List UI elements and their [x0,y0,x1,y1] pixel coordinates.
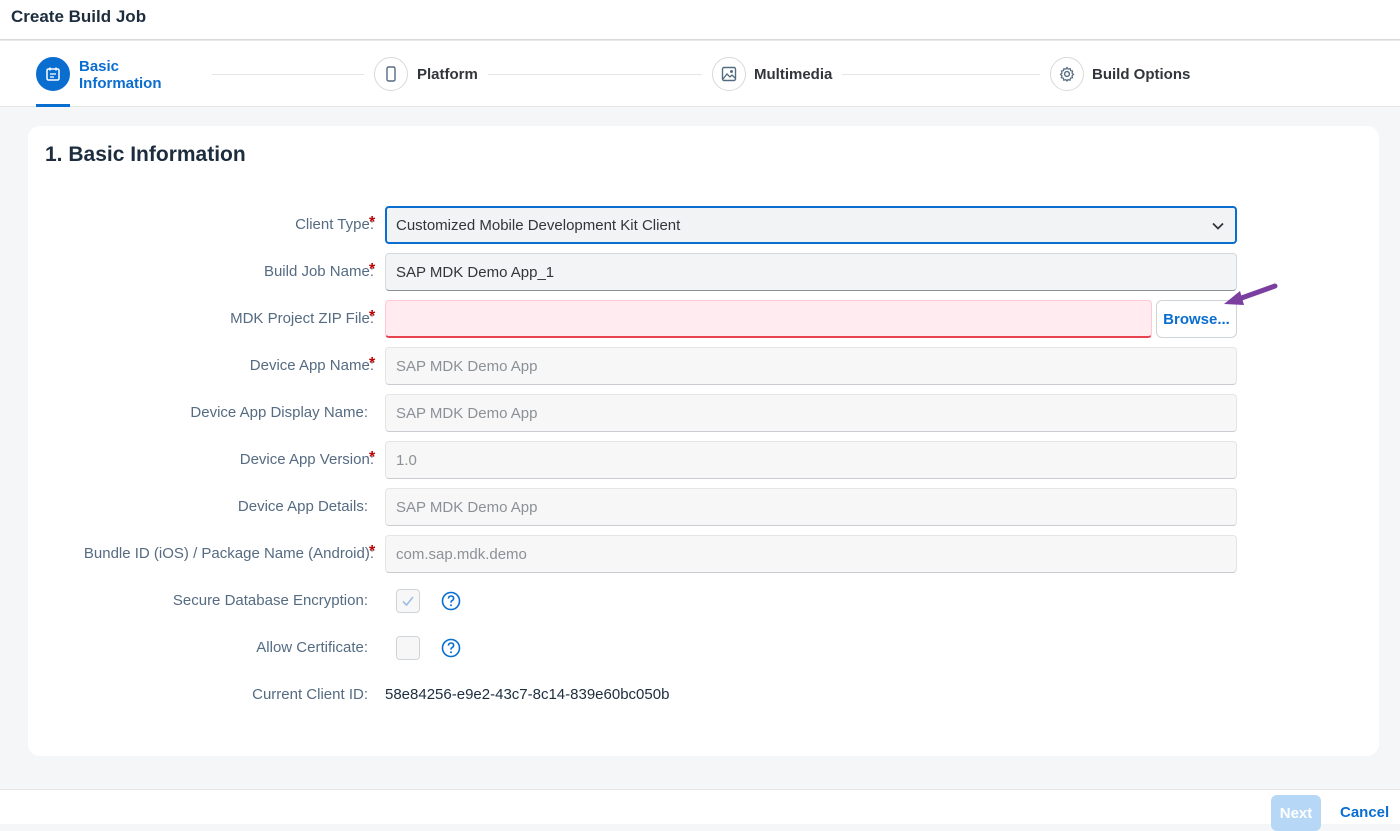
step-label-line2: Information [79,75,162,92]
device-app-display-name-row: Device App Display Name: SAP MDK Demo Ap… [28,394,1379,432]
device-app-details-input[interactable]: SAP MDK Demo App [385,488,1237,526]
mdk-zip-row: MDK Project ZIP File: * Browse... [28,300,1379,338]
client-type-row: Client Type: * Customized Mobile Develop… [28,206,1379,244]
device-app-display-name-input[interactable]: SAP MDK Demo App [385,394,1237,432]
section-title: 1. Basic Information [45,143,246,166]
client-id-label: Current Client ID: [252,686,368,703]
wizard-progress: Basic Information Platform Multimedia Bu… [0,41,1400,107]
build-job-name-row: Build Job Name: * SAP MDK Demo App_1 [28,253,1379,291]
device-app-version-label: Device App Version: [239,451,374,468]
required-marker: * [369,308,376,325]
secure-db-label: Secure Database Encryption: [172,592,368,609]
build-job-name-input[interactable]: SAP MDK Demo App_1 [385,253,1237,291]
bundle-id-row: Bundle ID (iOS) / Package Name (Android)… [28,535,1379,573]
chevron-down-icon[interactable] [1211,219,1225,237]
wizard-step-build-options[interactable]: Build Options [1050,41,1210,107]
step-connector [488,74,702,75]
footer-toolbar: Next Cancel [0,789,1400,831]
page-title: Create Build Job [11,7,147,26]
client-type-label: Client Type: [295,216,374,233]
required-marker: * [369,449,376,466]
cancel-button[interactable]: Cancel [1340,804,1389,821]
required-marker: * [369,214,376,231]
secure-db-row: Secure Database Encryption: [28,582,1379,620]
device-app-name-label: Device App Name: [249,357,374,374]
mdk-zip-label: MDK Project ZIP File: [230,310,374,327]
active-step-indicator [36,104,70,107]
required-marker: * [369,543,376,560]
wizard-step-multimedia[interactable]: Multimedia [712,41,852,107]
device-app-version-row: Device App Version: * 1.0 [28,441,1379,479]
phone-icon [374,57,408,91]
required-marker: * [369,355,376,372]
step-connector [212,74,364,75]
title-bar: Create Build Job [0,0,1400,40]
bundle-id-input[interactable]: com.sap.mdk.demo [385,535,1237,573]
device-app-display-name-label: Device App Display Name: [190,404,368,421]
build-job-name-label: Build Job Name: [263,263,374,280]
step-connector [842,74,1040,75]
device-app-name-input[interactable]: SAP MDK Demo App [385,347,1237,385]
step-label-line1: Basic [79,58,120,75]
bundle-id-label: Bundle ID (iOS) / Package Name (Android)… [83,545,374,562]
device-app-name-row: Device App Name: * SAP MDK Demo App [28,347,1379,385]
client-type-select[interactable]: Customized Mobile Development Kit Client [385,206,1237,244]
next-button[interactable]: Next [1271,795,1321,831]
device-app-details-row: Device App Details: SAP MDK Demo App [28,488,1379,526]
step-label: Build Options [1092,66,1191,83]
wizard-step-platform[interactable]: Platform [374,41,494,107]
gear-icon [1050,57,1084,91]
wizard-step-basic-information[interactable]: Basic Information [0,41,200,107]
image-icon [712,57,746,91]
step-label: Platform [417,66,478,83]
client-type-value: Customized Mobile Development Kit Client [396,217,681,234]
help-icon[interactable] [441,638,461,658]
step-label: Multimedia [754,66,833,83]
allow-cert-row: Allow Certificate: [28,629,1379,667]
required-marker: * [369,261,376,278]
basic-information-card: 1. Basic Information Client Type: * Cust… [28,126,1379,756]
allow-cert-label: Allow Certificate: [256,639,368,656]
checkmark-icon [402,596,414,607]
device-app-details-label: Device App Details: [237,498,368,515]
annotation-arrow-icon [1224,283,1278,305]
help-icon[interactable] [441,591,461,611]
calendar-icon [36,57,70,91]
secure-db-checkbox[interactable] [396,589,420,613]
device-app-version-input[interactable]: 1.0 [385,441,1237,479]
client-id-row: Current Client ID: 58e84256-e9e2-43c7-8c… [28,676,1379,714]
client-id-value: 58e84256-e9e2-43c7-8c14-839e60bc050b [385,686,670,703]
allow-cert-checkbox[interactable] [396,636,420,660]
step-label: Basic Information [79,58,162,92]
mdk-zip-file-input[interactable] [385,300,1152,338]
